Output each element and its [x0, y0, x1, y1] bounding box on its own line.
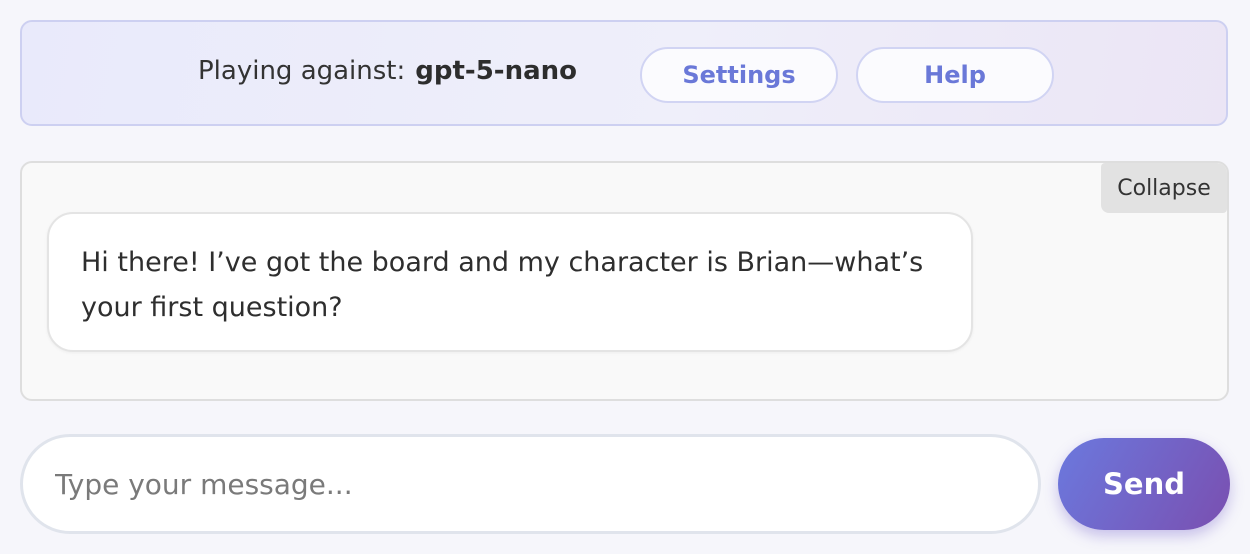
header-bar: Playing against: gpt-5-nano Settings Help [20, 20, 1228, 126]
message-bubble: Hi there! I’ve got the board and my char… [47, 212, 973, 352]
opponent-info: Playing against: gpt-5-nano [198, 56, 577, 86]
help-button[interactable]: Help [856, 47, 1054, 103]
collapse-button[interactable]: Collapse [1101, 163, 1227, 213]
message-input[interactable] [20, 434, 1041, 534]
opponent-model-name: gpt-5-nano [415, 56, 578, 86]
message-text: Hi there! I’ve got the board and my char… [81, 247, 924, 323]
playing-against-label: Playing against: [198, 56, 406, 86]
settings-button[interactable]: Settings [640, 47, 838, 103]
send-button[interactable]: Send [1058, 438, 1230, 530]
chat-panel: Collapse Hi there! I’ve got the board an… [20, 161, 1229, 401]
